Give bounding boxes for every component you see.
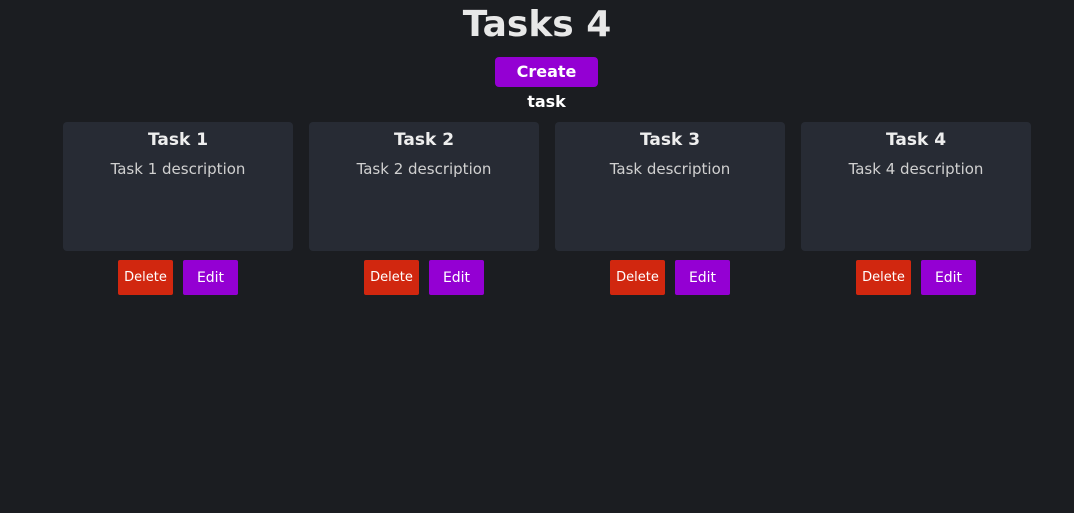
- edit-task-button[interactable]: Edit: [429, 260, 484, 295]
- task-description: Task 4 description: [848, 160, 984, 178]
- edit-task-button[interactable]: Edit: [921, 260, 976, 295]
- task-item: Task 2 Task 2 description Delete Edit: [309, 122, 539, 302]
- task-card: Task 2 Task 2 description: [309, 122, 539, 251]
- task-item: Task 3 Task description Delete Edit: [555, 122, 785, 302]
- task-item: Task 4 Task 4 description Delete Edit: [801, 122, 1031, 302]
- task-description: Task 2 description: [356, 160, 492, 178]
- task-description: Task description: [609, 160, 731, 178]
- task-description: Task 1 description: [110, 160, 246, 178]
- task-title: Task 4: [885, 130, 947, 150]
- task-card: Task 4 Task 4 description: [801, 122, 1031, 251]
- task-card: Task 1 Task 1 description: [63, 122, 293, 251]
- task-title: Task 1: [147, 130, 209, 150]
- task-card: Task 3 Task description: [555, 122, 785, 251]
- delete-task-button[interactable]: Delete: [856, 260, 911, 295]
- delete-task-button[interactable]: Delete: [610, 260, 665, 295]
- task-title: Task 2: [393, 130, 455, 150]
- delete-task-button[interactable]: Delete: [364, 260, 419, 295]
- edit-task-button[interactable]: Edit: [183, 260, 238, 295]
- tasks-grid: Task 1 Task 1 description Delete Edit Ta…: [63, 122, 1031, 302]
- delete-task-button[interactable]: Delete: [118, 260, 173, 295]
- edit-task-button[interactable]: Edit: [675, 260, 730, 295]
- task-item: Task 1 Task 1 description Delete Edit: [63, 122, 293, 302]
- create-task-button[interactable]: Create task: [495, 57, 598, 111]
- task-title: Task 3: [639, 130, 701, 150]
- page-title: Tasks 4: [462, 4, 612, 45]
